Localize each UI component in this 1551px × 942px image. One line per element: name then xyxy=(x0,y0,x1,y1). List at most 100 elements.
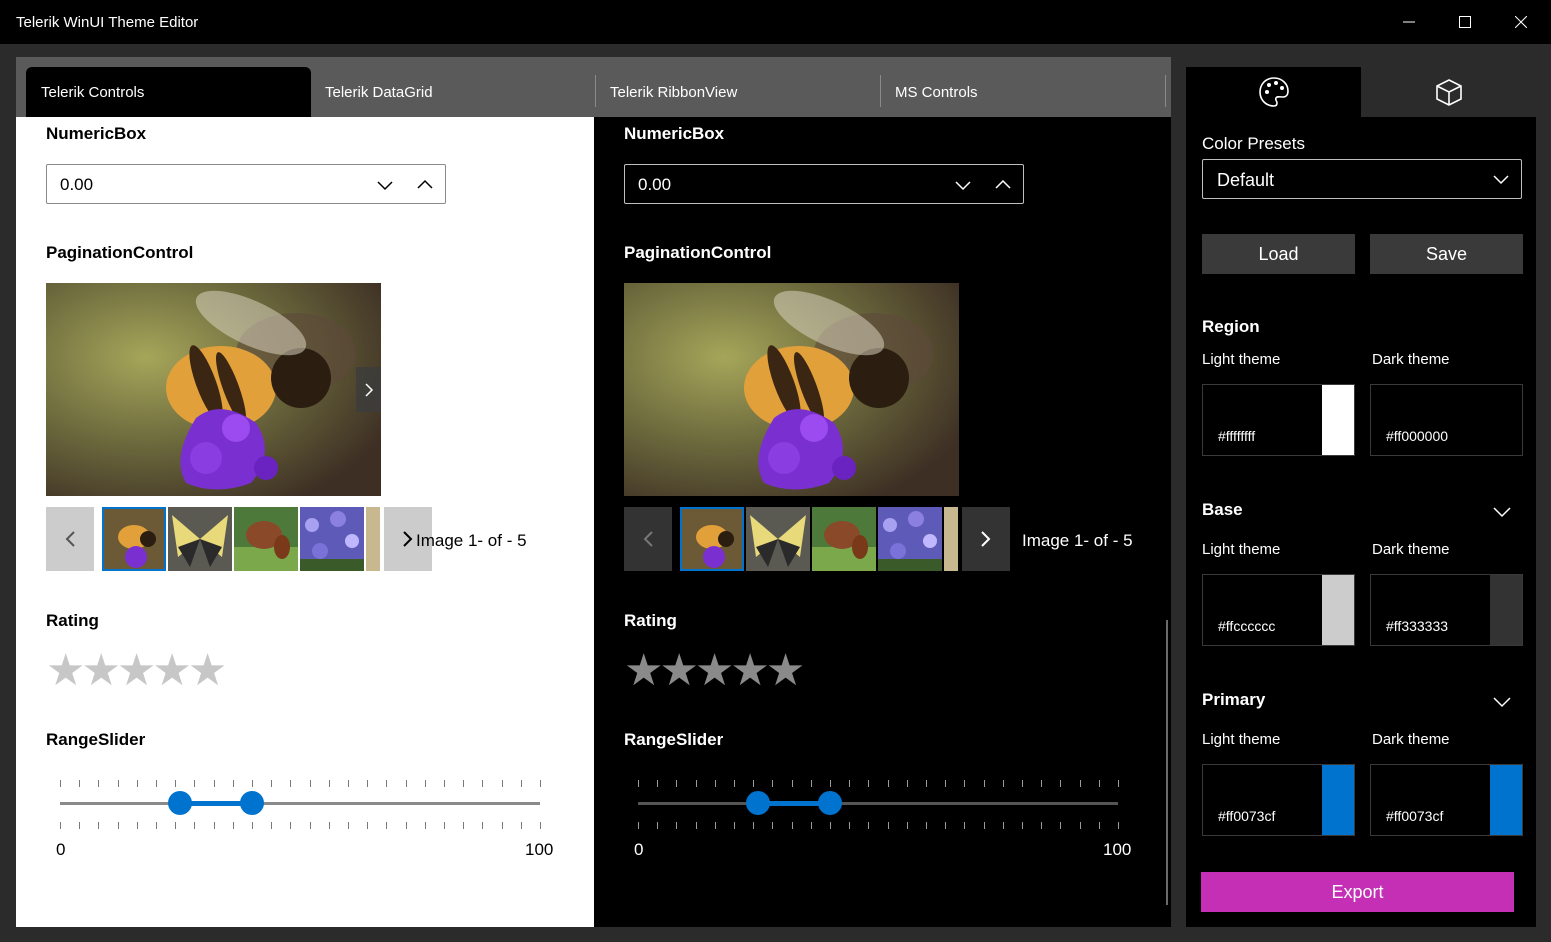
tab-palette[interactable] xyxy=(1186,67,1361,117)
slider-tick xyxy=(830,780,831,787)
tab-ms-controls[interactable]: MS Controls xyxy=(880,67,1165,117)
slider-tick xyxy=(521,780,522,787)
slider-tick xyxy=(888,822,889,829)
star-icon[interactable]: ★ xyxy=(659,646,699,695)
load-button[interactable]: Load xyxy=(1202,234,1355,274)
range-slider[interactable]: 0 100 xyxy=(634,772,1131,862)
slider-tick xyxy=(1003,780,1004,787)
pagination-next-button[interactable] xyxy=(962,507,1010,571)
export-button[interactable]: Export xyxy=(1201,872,1514,912)
star-icon[interactable]: ★ xyxy=(766,646,806,695)
slider-tick xyxy=(406,780,407,787)
thumbnail-strip xyxy=(680,507,958,571)
slider-tick xyxy=(792,822,793,829)
primary-light-hex: #ff0073cf xyxy=(1218,808,1276,824)
base-dark-swatch[interactable]: #ff333333 xyxy=(1370,574,1523,646)
slider-tick xyxy=(137,780,138,787)
thumbnail-flowers[interactable] xyxy=(300,507,364,571)
thumbnail-bee[interactable] xyxy=(102,507,166,571)
slider-tick xyxy=(482,780,483,787)
slider-tick xyxy=(463,822,464,829)
star-icon[interactable]: ★ xyxy=(81,646,121,695)
thumbnail-butterfly[interactable] xyxy=(168,507,232,571)
base-light-swatch[interactable]: #ffcccccc xyxy=(1202,574,1355,646)
bee-photo xyxy=(46,283,381,496)
thumbnail-horse[interactable] xyxy=(812,507,876,571)
chevron-down-icon[interactable] xyxy=(951,173,975,197)
chevron-up-icon[interactable] xyxy=(413,173,437,197)
slider-tick xyxy=(60,822,61,829)
save-button[interactable]: Save xyxy=(1370,234,1523,274)
minimize-button[interactable] xyxy=(1381,0,1437,44)
numericbox-input[interactable]: 0.00 xyxy=(624,164,1024,204)
pagination-prev-button[interactable] xyxy=(624,507,672,571)
slider-tick xyxy=(1041,780,1042,787)
horse-thumbnail-image xyxy=(234,507,298,571)
bee-thumbnail-image xyxy=(104,509,164,569)
rating-control[interactable]: ★★★★★ xyxy=(624,646,806,695)
slider-track xyxy=(638,802,1118,805)
slider-start-thumb[interactable] xyxy=(746,791,770,815)
star-icon[interactable]: ★ xyxy=(46,646,86,695)
slider-tick xyxy=(310,822,311,829)
pagination-prev-button[interactable] xyxy=(46,507,94,571)
chevron-down-icon[interactable] xyxy=(1492,502,1512,522)
slider-tick xyxy=(118,780,119,787)
star-icon[interactable]: ★ xyxy=(624,646,664,695)
numericbox-input[interactable]: 0.00 xyxy=(46,164,446,204)
tab-telerik-controls[interactable]: Telerik Controls xyxy=(26,67,311,117)
slider-tick xyxy=(753,780,754,787)
slider-tick xyxy=(444,780,445,787)
slider-tick xyxy=(348,822,349,829)
thumbnail-partial[interactable] xyxy=(944,507,958,571)
tab-telerik-ribbonview[interactable]: Telerik RibbonView xyxy=(595,67,880,117)
slider-end-thumb[interactable] xyxy=(818,791,842,815)
slider-tick xyxy=(1041,822,1042,829)
base-dark-label: Dark theme xyxy=(1372,541,1450,558)
primary-light-swatch[interactable]: #ff0073cf xyxy=(1202,764,1355,836)
slider-tick xyxy=(715,780,716,787)
primary-dark-swatch[interactable]: #ff0073cf xyxy=(1370,764,1523,836)
chevron-right-icon xyxy=(403,531,413,547)
tab-telerik-datagrid[interactable]: Telerik DataGrid xyxy=(310,67,595,117)
maximize-button[interactable] xyxy=(1437,0,1493,44)
title-bar: Telerik WinUI Theme Editor xyxy=(0,0,1551,44)
slider-tick xyxy=(849,780,850,787)
slider-tick xyxy=(984,822,985,829)
chevron-down-icon xyxy=(1493,175,1509,185)
primary-dark-hex: #ff0073cf xyxy=(1386,808,1444,824)
slider-tick xyxy=(233,780,234,787)
primary-dark-label: Dark theme xyxy=(1372,731,1450,748)
slider-tick xyxy=(868,780,869,787)
rating-control[interactable]: ★★★★★ xyxy=(46,646,228,695)
thumbnail-partial[interactable] xyxy=(366,507,380,571)
thumbnail-butterfly[interactable] xyxy=(746,507,810,571)
chevron-right-icon xyxy=(364,382,373,397)
thumbnail-bee[interactable] xyxy=(680,507,744,571)
slider-end-thumb[interactable] xyxy=(240,791,264,815)
star-icon[interactable]: ★ xyxy=(152,646,192,695)
chevron-left-icon xyxy=(65,531,75,547)
thumbnail-horse[interactable] xyxy=(234,507,298,571)
star-icon[interactable]: ★ xyxy=(188,646,228,695)
image-next-button[interactable] xyxy=(356,367,381,412)
chevron-down-icon[interactable] xyxy=(1492,692,1512,712)
region-dark-swatch[interactable]: #ff000000 xyxy=(1370,384,1523,456)
tab-cube[interactable] xyxy=(1361,67,1536,117)
star-icon[interactable]: ★ xyxy=(695,646,735,695)
star-icon[interactable]: ★ xyxy=(730,646,770,695)
slider-tick xyxy=(290,822,291,829)
slider-start-thumb[interactable] xyxy=(168,791,192,815)
color-presets-dropdown[interactable]: Default xyxy=(1202,159,1522,199)
range-slider[interactable]: 0 100 xyxy=(56,772,553,862)
star-icon[interactable]: ★ xyxy=(117,646,157,695)
chevron-up-icon[interactable] xyxy=(991,173,1015,197)
region-light-swatch[interactable]: #ffffffff xyxy=(1202,384,1355,456)
close-button[interactable] xyxy=(1493,0,1549,44)
chevron-down-icon[interactable] xyxy=(373,173,397,197)
slider-tick xyxy=(521,822,522,829)
thumbnail-flowers[interactable] xyxy=(878,507,942,571)
vertical-scrollbar[interactable] xyxy=(1166,620,1168,905)
slider-tick xyxy=(811,780,812,787)
region-title: Region xyxy=(1202,317,1260,336)
